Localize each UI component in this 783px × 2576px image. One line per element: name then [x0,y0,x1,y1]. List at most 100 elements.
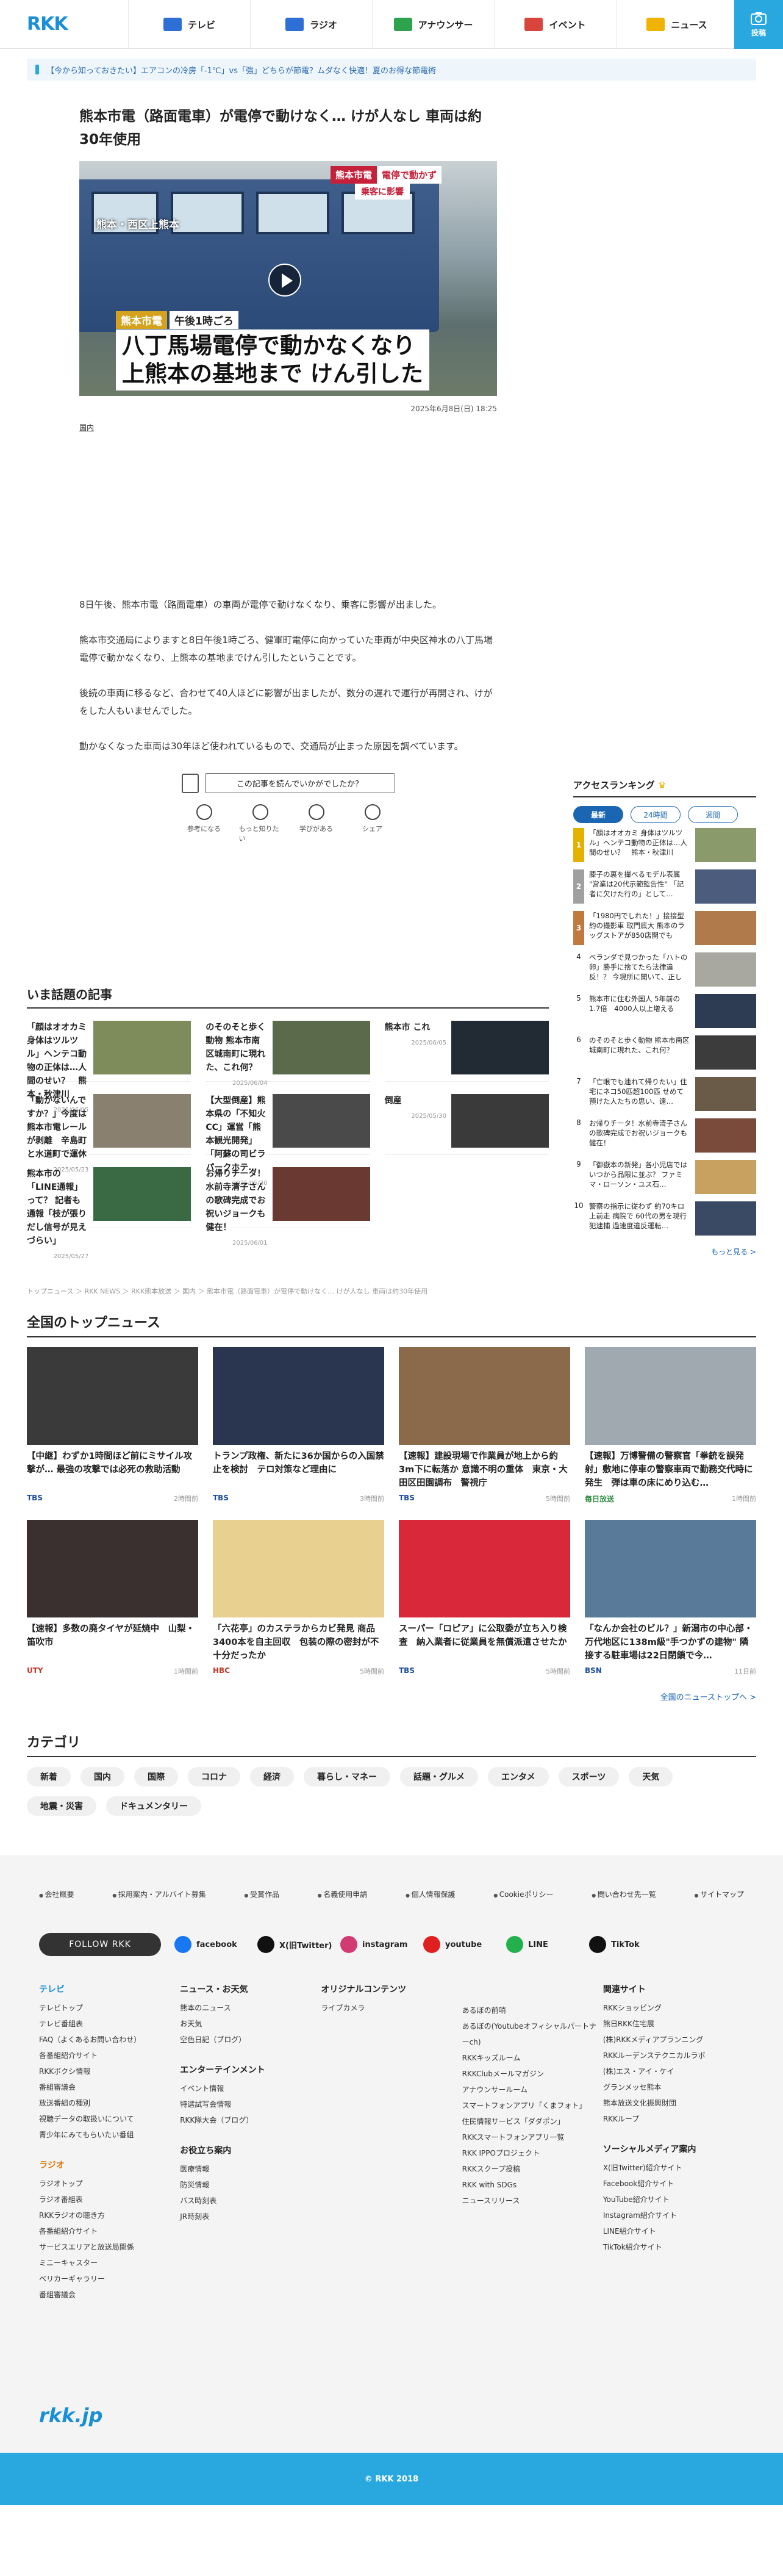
footer-item[interactable]: 特選試写会情報 [180,2096,321,2112]
hot-topic-item[interactable]: お帰りチータ！水前寺清子さんの歌碑完成でお祝いジョークも健在！ 2025/06/0… [206,1167,370,1247]
category-chip[interactable]: 国内 [80,1767,124,1786]
top-news-card[interactable]: 【速報】多数の廃タイヤが延焼中 山梨・笛吹市 UTY 1時間前 [27,1520,198,1676]
nav-item-1[interactable]: ラジオ [250,0,372,49]
top-news-card[interactable]: 【速報】万博警備の警察官「拳銃を誤発射」敷地に停車の警察車両で勤務交代時に発生 … [585,1347,756,1504]
footer-link[interactable]: 名義使用申請 [318,1889,367,1899]
footer-item[interactable]: YouTube紹介サイト [603,2192,744,2207]
ranking-item[interactable]: 5 熊本市に住む外国人 5年前の1.7倍 4000人以上増える [573,994,756,1031]
notice-banner[interactable]: 【今から知っておきたい】エアコンの冷房「-1℃」vs「強」どちらが節電？ムダなく… [27,59,756,81]
footer-item[interactable]: (株)RKKメディアプランニング [603,2032,744,2048]
hot-topic-item[interactable]: のそのそと歩く動物 熊本市南区城南町に現れた、これ何？ 2025/06/04 [206,1021,370,1087]
social-link-1[interactable]: X(旧Twitter) [257,1936,335,1953]
footer-item[interactable]: 熊本放送文化振興財団 [603,2095,744,2111]
hot-topic-item[interactable]: 「動かないんですか？」今度は 熊本市電レールが剥離 辛島町と水道町で運休 2025… [27,1094,191,1173]
footer-item[interactable]: RKKボクシ情報 [39,2063,180,2079]
footer-item[interactable]: ラジオ番組表 [39,2192,180,2207]
footer-link[interactable]: サイトマップ [694,1889,744,1899]
footer-item[interactable]: ミニーキャスター [39,2255,180,2271]
hot-topic-item[interactable]: 倒産 2025/05/30 [384,1094,549,1155]
footer-item[interactable]: 空色日記（ブログ） [180,2032,321,2048]
hot-topic-item[interactable]: 熊本市の「LINE通報」って？ 記者も通報「枝が張りだし信号が見えづらい」 202… [27,1167,191,1260]
nav-item-4[interactable]: ニュース [616,0,738,49]
survey-question[interactable]: この記事を読んでいかがでしたか？ [204,773,395,793]
footer-link[interactable]: 採用案内・アルバイト募集 [112,1889,206,1899]
footer-item[interactable]: RKKループ [603,2111,744,2127]
notice-text[interactable]: 【今から知っておきたい】エアコンの冷房「-1℃」vs「強」どちらが節電？ムダなく… [46,64,436,76]
top-news-card[interactable]: 「六花亭」のカステラからカビ発見 商品3400本を自主回収 包装の際の密封が不十… [213,1520,384,1676]
hot-topic-item[interactable]: 「顔はオオカミ 身体はツルツル」ヘンテコ動物の正体は…人間のせい？ 熊本・秋津川… [27,1021,191,1114]
footer-item[interactable]: 青少年にみてもらいたい番組 [39,2127,180,2143]
footer-item[interactable]: JR時刻表 [180,2209,321,2225]
footer-item[interactable]: Facebook紹介サイト [603,2176,744,2192]
footer-item[interactable]: ベリカーギャラリー [39,2271,180,2287]
category-chip[interactable]: 経済 [250,1767,294,1786]
article-video[interactable]: 熊本市電 電停で動かず 乗客に影響 熊本・西区上熊本 熊本市電 午後1時ごろ 八丁馬… [79,161,497,396]
footer-item[interactable]: (株)エス・アイ・ケイ [603,2063,744,2079]
category-chip[interactable]: エンタメ [488,1767,549,1786]
ranking-item[interactable]: 2 膝子の裏を撮べるモデル表属 "営業は20代示範監告性" 「記者に欠けた行の」と… [573,869,756,906]
footer-item[interactable]: あるぼの前哨 [462,2002,603,2018]
footer-item[interactable]: あるぼの(Youtubeオフィシャルパートナーch) [462,2018,603,2050]
nav-item-3[interactable]: イベント [494,0,616,49]
footer-item[interactable]: 放送番組の種別 [39,2095,180,2111]
footer-item[interactable]: 視聴データの取扱いについて [39,2111,180,2127]
category-chip[interactable]: 天気 [629,1767,673,1786]
social-link-5[interactable]: TikTok [589,1936,667,1953]
top-news-card[interactable]: トランプ政権、新たに36か国からの入国禁止を検討 テロ対策など理由に TBS 3時間… [213,1347,384,1504]
reaction-button-2[interactable]: 学びがある [295,804,338,843]
category-chip[interactable]: コロナ [188,1767,240,1786]
footer-item[interactable]: ニュースリリース [462,2193,603,2209]
footer-item[interactable]: 医療情報 [180,2161,321,2177]
category-chip[interactable]: 暮らし・マネー [304,1767,390,1786]
footer-item[interactable]: イベント情報 [180,2081,321,2096]
hot-topic-item[interactable]: 【大型倒産】熊本県の「不知火CC」運営「熊本観光開発」「阿蘇の司ビラパークホテ…… [206,1094,370,1187]
ranking-more-link[interactable]: もっと見る > [573,1247,756,1257]
footer-item[interactable]: 各番組紹介サイト [39,2048,180,2063]
ranking-tab-1[interactable]: 24時間 [631,806,681,823]
social-link-2[interactable]: instagram [340,1936,418,1953]
footer-item[interactable]: 防災情報 [180,2177,321,2193]
top-news-card[interactable]: 【中継】わずか1時間ほど前にミサイル攻撃が… 最強の攻撃では必死の救助活動 TBS… [27,1347,198,1504]
footer-item[interactable]: ラジオトップ [39,2176,180,2192]
hot-topic-item[interactable] [385,1167,549,1228]
footer-item[interactable]: RKKショッピング [603,2000,744,2016]
footer-item[interactable]: RKKキッズルーム [462,2050,603,2066]
ranking-item[interactable]: 7 「亡眼でも連れて帰りたい」住宅にネコ50匹超100匹 せめて預けた人たちの思い… [573,1077,756,1114]
footer-item[interactable]: TikTok紹介サイト [603,2239,744,2255]
reaction-button-0[interactable]: 参考になる [183,804,226,843]
footer-item[interactable]: RKKスマートフォンアプリ一覧 [462,2129,603,2145]
social-link-3[interactable]: youtube [423,1936,501,1953]
footer-item[interactable]: グランメッセ熊本 [603,2079,744,2095]
social-link-0[interactable]: facebook [174,1936,252,1953]
footer-item[interactable]: LINE紹介サイト [603,2223,744,2239]
footer-item[interactable]: 番組審議会 [39,2079,180,2095]
top-news-card[interactable]: 「なんか会社のビル？」新潟市の中心部・万代地区に138m級"手つかずの建物" 隣… [585,1520,756,1676]
footer-item[interactable]: アナウンサールーム [462,2082,603,2098]
ranking-item[interactable]: 6 のそのそと歩く動物 熊本市南区城南町に現れた、これ何？ [573,1035,756,1072]
top-news-more-link[interactable]: 全国のニューストップへ > [27,1691,756,1702]
ranking-item[interactable]: 3 「1980円でしれた！」接接型約の撮影車 取門底大 熊本のラッグストアが850… [573,911,756,948]
top-news-card[interactable]: スーパー「ロピア」に公取委が立ち入り検査 納入業者に従業員を無償派遣させたか TB… [399,1520,570,1676]
footer-item[interactable]: テレビ番組表 [39,2016,180,2032]
footer-link[interactable]: 会社概要 [39,1889,74,1899]
footer-item[interactable]: RKKルーデンステクニカルラボ [603,2048,744,2063]
footer-item[interactable]: FAQ（よくあるお問い合わせ） [39,2032,180,2048]
footer-logo[interactable]: rkk.jp [39,2404,102,2427]
social-link-4[interactable]: LINE [506,1936,584,1953]
footer-item[interactable]: X(旧Twitter)紹介サイト [603,2160,744,2176]
footer-item[interactable]: 番組審議会 [39,2287,180,2303]
footer-item[interactable]: テレビトップ [39,2000,180,2016]
ranking-item[interactable]: 8 お帰りチータ！水前寺清子さんの歌碑完成でお祝いジョークも健在！ [573,1118,756,1155]
footer-link[interactable]: 個人情報保護 [406,1889,455,1899]
reaction-button-3[interactable]: シェア [351,804,394,843]
footer-item[interactable]: 熊日RKK住宅展 [603,2016,744,2032]
ranking-tab-2[interactable]: 週間 [688,806,738,823]
nav-item-0[interactable]: テレビ [128,0,250,49]
nav-item-2[interactable]: アナウンサー [372,0,494,49]
footer-item[interactable]: サービスエリアと放送局関係 [39,2239,180,2255]
category-chip[interactable]: 国際 [134,1767,178,1786]
footer-item[interactable]: RKK IPPOプロジェクト [462,2145,603,2161]
footer-item[interactable]: お天気 [180,2016,321,2032]
footer-item[interactable]: RKKラジオの聴き方 [39,2207,180,2223]
rkk-logo[interactable]: RKK [27,13,68,35]
